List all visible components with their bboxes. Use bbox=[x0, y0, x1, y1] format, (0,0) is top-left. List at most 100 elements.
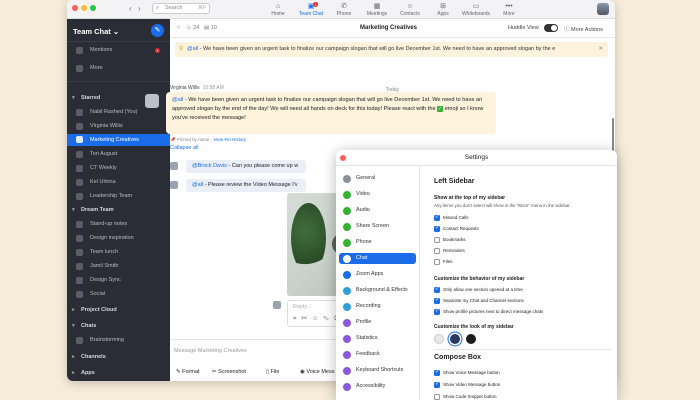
tab-meetings[interactable]: ▦ Meetings bbox=[362, 2, 392, 17]
voice-message-button[interactable]: ◉ Voice Mess bbox=[300, 369, 334, 375]
sidebar-item-design-sync[interactable]: Design Sync bbox=[67, 275, 170, 285]
avatar[interactable] bbox=[170, 162, 178, 170]
theme-swatch-navy[interactable] bbox=[450, 334, 460, 344]
sidebar-item-design-inspiration[interactable]: Design inspiration bbox=[67, 233, 170, 243]
search-input[interactable]: ⌕ Search ⌘F bbox=[152, 3, 210, 14]
star-icon[interactable]: ☆ bbox=[176, 25, 181, 31]
settings-nav-accessibility[interactable]: Accessibility bbox=[339, 381, 416, 392]
section-dream-team[interactable]: ▾ Dream Team bbox=[67, 205, 170, 215]
sidebar-item-standup[interactable]: Stand-up notes bbox=[67, 219, 170, 229]
sidebar-item-social[interactable]: Social bbox=[67, 289, 170, 299]
section-apps[interactable]: ▸ Apps bbox=[67, 368, 170, 378]
apps-icon bbox=[343, 270, 351, 279]
section-channels[interactable]: ▸ Channels bbox=[67, 352, 170, 362]
sidebar-item-brainstorming[interactable]: Brainstorming bbox=[67, 335, 170, 345]
tab-contacts[interactable]: ☺ Contacts bbox=[395, 2, 425, 17]
checkbox-reminders[interactable]: Reminders bbox=[434, 247, 465, 255]
close-icon[interactable]: ✕ bbox=[598, 46, 603, 52]
sidebar-title[interactable]: Team Chat ⌄ bbox=[73, 27, 119, 36]
huddle-view-toggle[interactable] bbox=[544, 24, 558, 32]
phone-icon bbox=[343, 238, 351, 247]
members-count[interactable]: ☺ 24 bbox=[186, 25, 199, 31]
avatar bbox=[76, 150, 83, 158]
sidebar-item-virginia[interactable]: Virginia Willis bbox=[67, 121, 170, 131]
reply-bubble[interactable]: @all - Please review the Video Message I… bbox=[186, 179, 306, 192]
sidebar-item-team-lunch[interactable]: Team lunch bbox=[67, 247, 170, 257]
checkbox-contact-requests[interactable]: Contact Requests bbox=[434, 225, 479, 233]
settings-nav-audio[interactable]: Audio bbox=[339, 205, 416, 216]
format-button[interactable]: ✎ Format bbox=[176, 369, 200, 375]
avatar[interactable] bbox=[145, 94, 159, 108]
files-count[interactable]: ▤ 10 bbox=[204, 25, 217, 31]
sidebar-item-ct-weekly[interactable]: CT Weekly bbox=[67, 163, 170, 173]
tab-whiteboards[interactable]: ▭ Whiteboards bbox=[461, 2, 491, 17]
checkbox-video-message[interactable]: Show Video Message button bbox=[434, 381, 500, 389]
channel-title[interactable]: Marketing Creatives bbox=[360, 25, 417, 31]
avatar[interactable] bbox=[170, 181, 178, 189]
reply-bubble[interactable]: @Brock Davis - Can you please come up w bbox=[186, 160, 306, 173]
sidebar-item-tori[interactable]: Tori August bbox=[67, 149, 170, 159]
chevron-right-icon: ▸ bbox=[72, 370, 75, 376]
settings-nav-background[interactable]: Background & Effects bbox=[339, 285, 416, 296]
checkbox-voice-message[interactable]: Show Voice Message button bbox=[434, 369, 500, 377]
settings-nav-feedback[interactable]: Feedback bbox=[339, 349, 416, 360]
theme-swatch-light[interactable] bbox=[434, 334, 444, 344]
settings-title-bar: Settings bbox=[336, 150, 617, 166]
sidebar-item-nabil[interactable]: Nabil Rashed (You) bbox=[67, 107, 170, 117]
forward-arrow-icon[interactable]: › bbox=[138, 4, 141, 13]
theme-swatch-dark[interactable] bbox=[466, 334, 476, 344]
tab-phone[interactable]: ✆ Phone bbox=[329, 2, 359, 17]
collapse-all-link[interactable]: Collapse all bbox=[170, 145, 198, 151]
checkbox-files[interactable]: Files bbox=[434, 258, 453, 266]
sidebar-item-jamil[interactable]: Jamil Smith bbox=[67, 261, 170, 271]
settings-nav-statistics[interactable]: Statistics bbox=[339, 333, 416, 344]
message-bubble[interactable]: @all - We have been given an urgent task… bbox=[166, 92, 496, 134]
checkbox-missed-calls[interactable]: Missed Calls bbox=[434, 214, 469, 222]
tab-more[interactable]: ••• More bbox=[494, 2, 524, 17]
meetings-icon: ▦ bbox=[373, 3, 381, 10]
avatar bbox=[76, 164, 83, 172]
message-input[interactable]: Message Marketing Creatives bbox=[174, 348, 247, 354]
pin-icon: ⚲ bbox=[179, 46, 184, 52]
avatar bbox=[76, 122, 83, 130]
background-icon bbox=[343, 286, 351, 295]
settings-nav-zoom-apps[interactable]: Zoom Apps bbox=[339, 269, 416, 280]
sidebar-item-more[interactable]: More bbox=[67, 63, 170, 73]
sidebar-item-kel[interactable]: Kel Urbina bbox=[67, 177, 170, 187]
pinned-message-banner[interactable]: ⚲ @all - We have been given an urgent ta… bbox=[175, 42, 608, 57]
back-arrow-icon[interactable]: ‹ bbox=[129, 4, 132, 13]
sidebar-item-leadership[interactable]: Leadership Team bbox=[67, 191, 170, 201]
sidebar-item-mentions[interactable]: Mentions 1 bbox=[67, 45, 170, 55]
minimize-window-button[interactable] bbox=[81, 5, 87, 11]
view-pin-history-link[interactable]: View Pin History bbox=[213, 137, 246, 142]
tab-home[interactable]: ⌂ Home bbox=[263, 2, 293, 17]
checkbox-bookmarks[interactable]: Bookmarks bbox=[434, 236, 466, 244]
settings-nav-profile[interactable]: Profile bbox=[339, 317, 416, 328]
checkbox-profile-pictures[interactable]: Show profile pictures next to direct mes… bbox=[434, 308, 543, 316]
channel-icon bbox=[76, 248, 83, 256]
screenshot-button[interactable]: ✂ Screenshot bbox=[212, 369, 246, 375]
section-project-cloud[interactable]: ▸ Project Cloud bbox=[67, 305, 170, 315]
checkbox-one-section[interactable]: Only allow one section opened at a time bbox=[434, 286, 523, 294]
settings-nav-share-screen[interactable]: Share Screen bbox=[339, 221, 416, 232]
close-window-button[interactable] bbox=[72, 5, 78, 11]
settings-nav-video[interactable]: Video bbox=[339, 189, 416, 200]
search-icon: ⌕ bbox=[156, 5, 160, 11]
close-settings-button[interactable] bbox=[340, 155, 346, 161]
tab-apps[interactable]: ⊞ Apps bbox=[428, 2, 458, 17]
maximize-window-button[interactable] bbox=[90, 5, 96, 11]
section-chats[interactable]: ▾ Chats bbox=[67, 321, 170, 331]
checkbox-separate-chat-channel[interactable]: Separate my Chat and Channel sections bbox=[434, 297, 524, 305]
settings-nav-general[interactable]: General bbox=[339, 173, 416, 184]
compose-button[interactable]: ✎ bbox=[151, 24, 164, 37]
checkbox-code-snippet[interactable]: Show Code Snippet button bbox=[434, 393, 497, 400]
file-button[interactable]: ▯ File bbox=[266, 369, 279, 375]
settings-nav-keyboard-shortcuts[interactable]: Keyboard Shortcuts bbox=[339, 365, 416, 376]
settings-nav-phone[interactable]: Phone bbox=[339, 237, 416, 248]
sidebar-item-marketing-creatives[interactable]: Marketing Creatives bbox=[67, 134, 170, 146]
more-actions-button[interactable]: ⓘ More Actions bbox=[564, 25, 603, 33]
settings-nav-chat[interactable]: Chat bbox=[339, 253, 416, 264]
settings-nav-recording[interactable]: Recording bbox=[339, 301, 416, 312]
tab-team-chat[interactable]: ▣ 1 Team Chat bbox=[296, 2, 326, 17]
user-avatar[interactable] bbox=[597, 3, 609, 15]
